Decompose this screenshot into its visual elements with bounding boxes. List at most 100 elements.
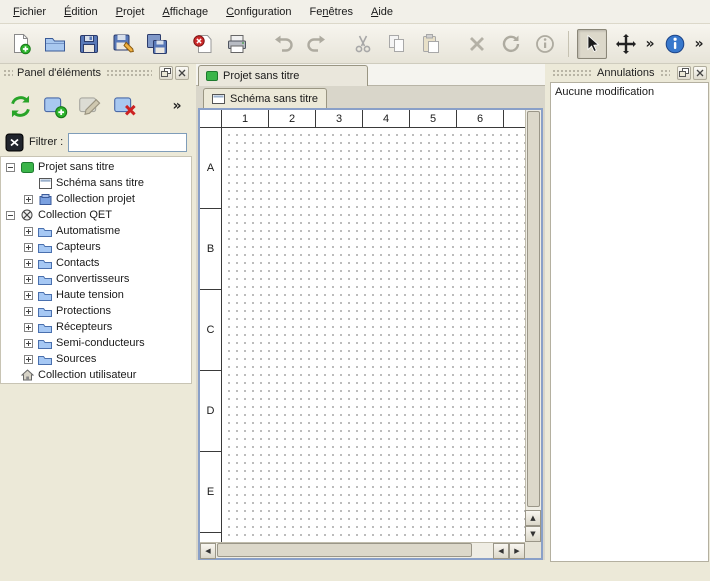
toolbar-overflow-chevron[interactable]: »: [643, 36, 657, 52]
close-file-button[interactable]: [188, 29, 218, 59]
scroll-left-button[interactable]: ◀: [200, 543, 216, 559]
scroll-up-button[interactable]: ▲: [525, 510, 541, 526]
close-undo-panel-button[interactable]: [693, 66, 707, 80]
expander-minus[interactable]: [6, 211, 15, 220]
tree-item[interactable]: Collection projet: [1, 191, 191, 207]
delete-button[interactable]: [462, 29, 492, 59]
save-as-button[interactable]: [108, 29, 138, 59]
column-label: 3: [316, 110, 363, 127]
qelectrotech-window: FichierÉditionProjetAffichageConfigurati…: [0, 0, 710, 581]
tree-item[interactable]: Haute tension: [1, 287, 191, 303]
clear-filter-button[interactable]: [5, 133, 24, 152]
toolbar-right-overflow-chevron[interactable]: »: [692, 36, 706, 52]
workspace: Projet sans titre Schéma sans titre 1234…: [196, 64, 545, 581]
tree-item[interactable]: Sources: [1, 351, 191, 367]
float-undo-panel-button[interactable]: [677, 66, 691, 80]
new-element-button[interactable]: [39, 90, 71, 122]
row-label: A: [200, 128, 221, 209]
print-button[interactable]: [222, 29, 252, 59]
expander-plus[interactable]: [24, 259, 33, 268]
vertical-scrollbar[interactable]: ▲ ▼: [525, 110, 541, 542]
information-icon: [534, 33, 556, 55]
about-info-icon: [664, 33, 686, 55]
tree-item[interactable]: Capteurs: [1, 239, 191, 255]
tree-item[interactable]: Collection utilisateur: [1, 367, 191, 383]
undo-button[interactable]: [268, 29, 298, 59]
new-element-icon: [43, 94, 68, 119]
edit-element-button[interactable]: [74, 90, 106, 122]
vertical-scroll-buttons: ▲ ▼: [525, 510, 541, 542]
expander-plus[interactable]: [24, 243, 33, 252]
tree-item[interactable]: Automatisme: [1, 223, 191, 239]
dock-grip[interactable]: [552, 69, 592, 77]
rotate-button[interactable]: [496, 29, 526, 59]
scroll-down-button[interactable]: ▼: [525, 526, 541, 542]
dock-grip[interactable]: [3, 69, 13, 77]
scroll-right-button[interactable]: ▶: [509, 543, 525, 559]
tree-item[interactable]: Schéma sans titre: [1, 175, 191, 191]
save-as-icon: [112, 33, 134, 55]
save-button[interactable]: [74, 29, 104, 59]
tree-item[interactable]: Collection QET: [1, 207, 191, 223]
project-icon: [206, 71, 218, 81]
vertical-scrollbar-thumb[interactable]: [527, 111, 540, 507]
menu-configuration[interactable]: Configuration: [217, 2, 300, 22]
diagram-tab[interactable]: Schéma sans titre: [203, 88, 327, 108]
project-tab[interactable]: Projet sans titre: [198, 65, 368, 86]
expander-plus[interactable]: [24, 339, 33, 348]
expander-plus[interactable]: [24, 323, 33, 332]
horizontal-scrollbar-thumb[interactable]: [217, 543, 472, 557]
dock-grip[interactable]: [106, 69, 152, 77]
scroll-left-button-right[interactable]: ◀: [493, 543, 509, 559]
select-tool-button[interactable]: [577, 29, 607, 59]
menu-projet[interactable]: Projet: [107, 2, 154, 22]
copy-button[interactable]: [382, 29, 412, 59]
tree-item[interactable]: Protections: [1, 303, 191, 319]
open-document-button[interactable]: [40, 29, 70, 59]
tree-item[interactable]: Récepteurs: [1, 319, 191, 335]
scrollbar-corner: [525, 542, 541, 558]
new-document-icon: [10, 33, 32, 55]
diagram-canvas[interactable]: [222, 128, 525, 542]
filter-input[interactable]: [68, 133, 187, 152]
tree-item[interactable]: Contacts: [1, 255, 191, 271]
expander-plus[interactable]: [24, 355, 33, 364]
expander-plus[interactable]: [24, 291, 33, 300]
cut-button[interactable]: [348, 29, 378, 59]
delete-element-button[interactable]: [109, 90, 141, 122]
menu-fenetres[interactable]: Fenêtres: [301, 2, 362, 22]
delete-element-icon: [113, 94, 138, 119]
save-all-button[interactable]: [142, 29, 172, 59]
horizontal-scrollbar[interactable]: ◀ ◀ ▶: [200, 542, 525, 558]
menu-aide[interactable]: Aide: [362, 2, 402, 22]
dock-grip[interactable]: [660, 69, 671, 77]
elements-panel-titlebar[interactable]: Panel d'éléments: [0, 64, 192, 82]
move-icon: [615, 33, 637, 55]
undo-list[interactable]: Aucune modification: [550, 82, 709, 562]
redo-button[interactable]: [302, 29, 332, 59]
menu-edition[interactable]: Édition: [55, 2, 107, 22]
filter-label: Filtrer :: [29, 136, 63, 148]
folder-icon: [37, 338, 53, 349]
tree-item[interactable]: Projet sans titre: [1, 159, 191, 175]
tree-item[interactable]: Semi-conducteurs: [1, 335, 191, 351]
menu-fichier[interactable]: Fichier: [4, 2, 55, 22]
tree-item[interactable]: Convertisseurs: [1, 271, 191, 287]
move-tool-button[interactable]: [611, 29, 641, 59]
expander-plus[interactable]: [24, 227, 33, 236]
expander-plus[interactable]: [24, 195, 33, 204]
close-panel-button[interactable]: [175, 66, 189, 80]
undo-panel-titlebar[interactable]: Annulations: [549, 64, 710, 82]
reload-collections-button[interactable]: [4, 90, 36, 122]
float-panel-button[interactable]: [159, 66, 173, 80]
about-qet-button[interactable]: [660, 29, 690, 59]
expander-plus[interactable]: [24, 307, 33, 316]
expander-minus[interactable]: [6, 163, 15, 172]
expander-plus[interactable]: [24, 275, 33, 284]
information-button[interactable]: [530, 29, 560, 59]
new-document-button[interactable]: [6, 29, 36, 59]
paste-button[interactable]: [416, 29, 446, 59]
menu-affichage[interactable]: Affichage: [153, 2, 217, 22]
panel-toolbar-overflow-chevron[interactable]: »: [170, 98, 184, 114]
horizontal-scrollbar-track[interactable]: [216, 543, 493, 558]
